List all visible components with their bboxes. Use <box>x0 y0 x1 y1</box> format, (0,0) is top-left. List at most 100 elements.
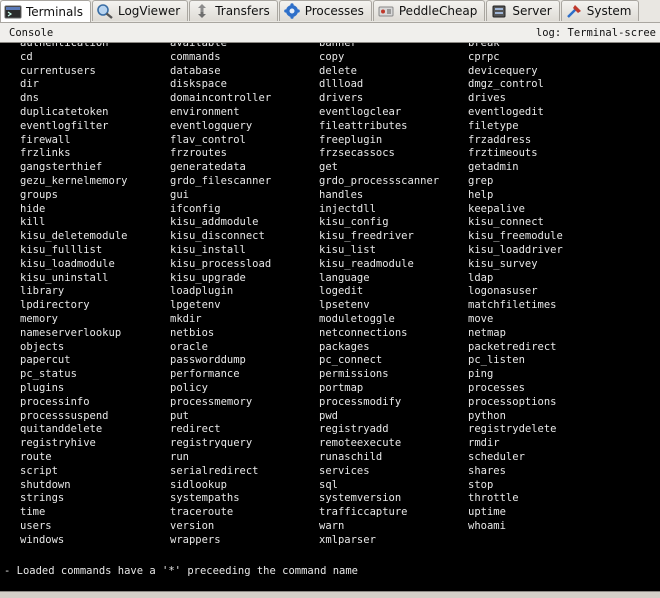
command-name: filetype <box>468 119 519 132</box>
command-name: shares <box>468 464 506 477</box>
command-name: database <box>170 64 221 77</box>
tab-peddlecheap[interactable]: PeddleCheap <box>372 0 486 21</box>
command-name: keepalive <box>468 202 525 215</box>
tab-logviewer[interactable]: LogViewer <box>91 0 189 21</box>
command-row: cd commands copy cprpc <box>20 51 648 65</box>
command-name: kisu_fulllist <box>20 243 103 256</box>
command-name: lpsetenv <box>319 299 370 312</box>
command-name: windows <box>20 533 65 546</box>
command-name: dmgz_control <box>468 78 544 91</box>
command-name: move <box>468 312 494 325</box>
gear-icon <box>283 3 300 19</box>
command-name: whoami <box>468 519 506 532</box>
command-name: frzaddress <box>468 133 532 146</box>
command-name: systempaths <box>170 492 240 505</box>
command-name: shutdown <box>20 478 71 491</box>
command-name: processmodify <box>319 395 402 408</box>
command-row: kisu_deletemodule kisu_disconnect kisu_fre… <box>20 230 648 244</box>
console-title: Console <box>9 27 54 39</box>
command-name: freeplugin <box>319 133 383 146</box>
command-name: dns <box>20 92 39 105</box>
command-name: commands <box>170 50 221 63</box>
command-row: dns domaincontroller drivers drives <box>20 92 648 106</box>
command-name: hide <box>20 202 46 215</box>
command-name: dir <box>20 78 39 91</box>
command-name: kisu_addmodule <box>170 216 259 229</box>
command-name: gezu_kernelmemory <box>20 174 128 187</box>
command-row: currentusers database delete devicequery <box>20 65 648 79</box>
command-name: authentication <box>20 43 109 49</box>
command-name: help <box>468 188 494 201</box>
command-name: eventlogedit <box>468 105 544 118</box>
command-name: script <box>20 464 58 477</box>
command-name: grep <box>468 174 494 187</box>
command-name: xmlparser <box>319 533 376 546</box>
log-label: log: Terminal-scree <box>535 27 656 39</box>
command-name: logedit <box>319 285 364 298</box>
command-name: pc_status <box>20 368 77 381</box>
tab-server[interactable]: Server <box>486 0 560 21</box>
command-name: version <box>170 519 215 532</box>
command-name: warn <box>319 519 345 532</box>
command-row: memory mkdir moduletoggle move <box>20 313 648 327</box>
terminal-output[interactable]: authentication available banner break cd comm… <box>0 43 660 591</box>
command-name: diskspace <box>170 78 227 91</box>
command-name: generatedata <box>170 161 246 174</box>
tab-label: Transfers <box>215 4 270 18</box>
command-name: rmdir <box>468 437 500 450</box>
tab-processes[interactable]: Processes <box>278 0 372 21</box>
command-name: registrydelete <box>468 423 557 436</box>
command-name: available <box>170 43 227 49</box>
command-name: packetredirect <box>468 340 557 353</box>
command-name: users <box>20 519 52 532</box>
command-name: pc_listen <box>468 354 525 367</box>
tab-label: PeddleCheap <box>398 4 478 18</box>
command-row: library loadplugin logedit logonasuser <box>20 285 648 299</box>
tab-terminals[interactable]: Terminals <box>0 0 91 22</box>
command-name: flav_control <box>170 133 246 146</box>
peddlecheap-icon <box>378 6 394 17</box>
command-name: gui <box>170 188 189 201</box>
command-name: currentusers <box>20 64 96 77</box>
tab-transfers[interactable]: Transfers <box>189 0 278 21</box>
command-name: ifconfig <box>170 202 221 215</box>
command-name: kisu_install <box>170 243 246 256</box>
command-name: lpgetenv <box>170 299 221 312</box>
command-name: throttle <box>468 492 519 505</box>
tab-system[interactable]: System <box>560 0 640 21</box>
command-name: permissions <box>319 368 389 381</box>
command-row: groups gui handles help <box>20 189 648 203</box>
command-row: lpdirectory lpgetenv lpsetenv matchfiletime… <box>20 299 648 313</box>
command-name: ldap <box>468 271 494 284</box>
command-row: nameserverlookup netbios netconnections net… <box>20 327 648 341</box>
command-name: time <box>20 506 46 519</box>
command-name: kisu_survey <box>468 257 538 270</box>
command-name: netconnections <box>319 326 408 339</box>
command-name: gangsterthief <box>20 161 103 174</box>
command-name: drives <box>468 92 506 105</box>
command-name: python <box>468 409 506 422</box>
command-name: systemversion <box>319 492 402 505</box>
system-icon <box>566 5 581 18</box>
command-name: frzlinks <box>20 147 71 160</box>
command-name: dllload <box>319 78 364 91</box>
command-name: traceroute <box>170 506 234 519</box>
command-name: kisu_loadmodule <box>20 257 115 270</box>
command-row: script serialredirect services shares <box>20 465 648 479</box>
command-name: kisu_upgrade <box>170 271 246 284</box>
command-name: domaincontroller <box>170 92 272 105</box>
command-name: copy <box>319 50 345 63</box>
command-name: handles <box>319 188 364 201</box>
command-name: mkdir <box>170 312 202 325</box>
tab-bar: Terminals LogViewer Transfers Processes … <box>0 0 660 23</box>
command-name: kisu_deletemodule <box>20 230 128 243</box>
command-name: frztimeouts <box>468 147 538 160</box>
transfer-icon <box>198 4 207 18</box>
command-name: kisu_loaddriver <box>468 243 563 256</box>
command-name: pwd <box>319 409 338 422</box>
command-row: papercut passworddump pc_connect pc_listen <box>20 354 648 368</box>
command-name: eventlogclear <box>319 105 402 118</box>
command-name: netbios <box>170 326 215 339</box>
command-name: delete <box>319 64 357 77</box>
command-name: break <box>468 43 500 49</box>
